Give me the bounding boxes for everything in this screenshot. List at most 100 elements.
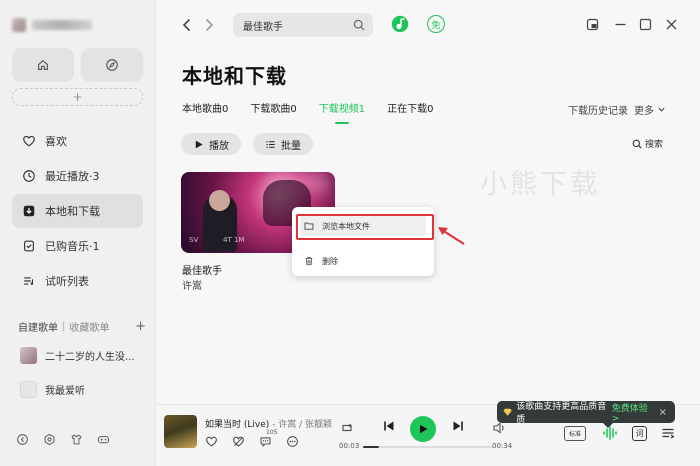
tab-downloaded-songs[interactable]: 下载歌曲0	[250, 100, 296, 123]
playlist-label: 二十二岁的人生没...	[45, 352, 135, 363]
forward-arrow-icon[interactable]	[202, 17, 216, 33]
playlist-item[interactable]: 二十二岁的人生没...	[20, 347, 135, 364]
lyrics-label: 词	[635, 429, 644, 438]
singer-head	[209, 190, 230, 211]
quality-label: 标准	[568, 431, 581, 438]
sidebar-item-label: 最近播放·3	[45, 170, 100, 183]
tab-local-songs[interactable]: 本地歌曲0	[182, 100, 228, 123]
trash-icon	[305, 257, 313, 266]
tab-collected-playlists[interactable]: 收藏歌单	[69, 319, 109, 334]
tab-downloaded-videos[interactable]: 下载视频1	[319, 100, 365, 124]
settings-icon[interactable]	[43, 433, 56, 446]
dislike-icon[interactable]	[232, 435, 245, 448]
video-overlay-text: 4T 1M	[223, 236, 245, 244]
quality-button[interactable]: 标准	[564, 426, 586, 441]
quality-tooltip: 该歌曲支持更高品质音质 免费体验 > ×	[497, 401, 675, 428]
sidebar-item-favorites[interactable]: 喜欢	[12, 124, 143, 158]
avatar[interactable]	[12, 18, 26, 32]
search-input[interactable]: 最佳歌手	[233, 13, 373, 37]
sidebar-item-label: 本地和下载	[45, 205, 100, 218]
batch-label: 批量	[281, 140, 301, 152]
username-blurred	[32, 20, 92, 30]
close-icon[interactable]	[665, 18, 678, 31]
search-value: 最佳歌手	[243, 21, 283, 33]
back-arrow-icon[interactable]	[180, 17, 194, 33]
sidebar-item-recent[interactable]: 最近播放·3	[12, 159, 143, 193]
playlist-tab-separator: |	[62, 321, 66, 332]
watermark-text: 小熊下载	[480, 169, 600, 200]
play-all-label: 播放	[209, 140, 229, 152]
menu-item-label: 删除	[322, 256, 338, 266]
free-mode-button[interactable]: 免	[427, 15, 445, 33]
add-shortcut-button[interactable]: +	[12, 88, 143, 106]
sidebar-nav: 喜欢 最近播放·3 本地和下载 已购音乐·1 试听列表	[12, 124, 143, 299]
music-note-icon[interactable]	[391, 15, 409, 33]
batch-button[interactable]: 批量	[253, 133, 313, 155]
song-artist: - 许嵩 / 张靓颖	[269, 420, 332, 430]
now-playing-cover[interactable]	[164, 415, 197, 448]
play-icon	[420, 424, 428, 434]
sidebar-item-purchased[interactable]: 已购音乐·1	[12, 229, 143, 263]
video-overlay-text: SV	[189, 236, 199, 244]
more-label: 更多	[634, 106, 654, 117]
previous-track-icon[interactable]	[382, 419, 396, 433]
back-circle-icon[interactable]	[16, 433, 29, 446]
progress-fill	[363, 446, 379, 448]
download-icon	[23, 205, 35, 217]
play-all-button[interactable]: 播放	[181, 133, 241, 155]
mini-mode-icon[interactable]	[586, 18, 599, 31]
play-button[interactable]	[410, 416, 436, 442]
sidebar-item-label: 已购音乐·1	[45, 240, 100, 253]
discover-button[interactable]	[81, 48, 143, 82]
free-trial-link[interactable]: 免费体验 >	[612, 401, 655, 424]
comment-icon[interactable]	[259, 435, 272, 448]
tab-downloading[interactable]: 正在下载0	[387, 100, 433, 123]
sidebar-footer	[16, 433, 110, 446]
maximize-icon[interactable]	[639, 18, 652, 31]
playlist-section-header: 自建歌单 | 收藏歌单 +	[18, 319, 146, 334]
delete-menu-item[interactable]: 删除	[300, 251, 426, 271]
play-icon	[195, 140, 203, 148]
progress-bar[interactable]	[363, 446, 493, 448]
sidebar-item-label: 喜欢	[45, 135, 67, 148]
chevron-down-icon	[658, 107, 665, 112]
purchase-icon	[24, 240, 34, 252]
sidebar-item-trial-list[interactable]: 试听列表	[12, 264, 143, 298]
playlist-queue-icon[interactable]	[661, 426, 675, 440]
sidebar-item-label: 试听列表	[45, 275, 89, 288]
search-icon[interactable]	[353, 19, 365, 31]
minimize-icon[interactable]	[614, 18, 627, 31]
clock-icon	[23, 170, 35, 182]
user-profile[interactable]	[12, 18, 92, 32]
skin-icon[interactable]	[70, 433, 83, 446]
video-artist[interactable]: 许嵩	[182, 277, 202, 292]
download-history-link[interactable]: 下载历史记录	[568, 102, 628, 117]
tooltip-close-button[interactable]: ×	[659, 407, 667, 418]
local-search-button[interactable]: 搜索	[632, 137, 663, 150]
more-menu-button[interactable]: 更多	[634, 102, 666, 117]
diamond-icon	[503, 408, 512, 416]
list-icon	[24, 277, 34, 286]
red-arrow-icon	[438, 227, 465, 245]
free-mode-label: 免	[431, 20, 441, 31]
add-playlist-button[interactable]: +	[135, 320, 146, 333]
top-bar: 最佳歌手 免	[156, 0, 700, 50]
song-title: 如果当时 (Live)	[205, 420, 270, 430]
repeat-icon[interactable]	[340, 421, 354, 435]
playlist-cover	[20, 381, 37, 398]
video-title[interactable]: 最佳歌手	[182, 262, 222, 277]
playlist-item[interactable]: 我最爱听	[20, 381, 85, 398]
heart-icon[interactable]	[205, 435, 218, 448]
volume-icon[interactable]	[492, 421, 506, 435]
next-track-icon[interactable]	[451, 419, 465, 433]
batch-list-icon	[266, 140, 275, 148]
game-controller-icon[interactable]	[97, 433, 110, 446]
lyrics-button[interactable]: 词	[632, 426, 647, 441]
playlist-label: 我最爱听	[45, 386, 85, 397]
home-button[interactable]	[12, 48, 74, 82]
tab-created-playlists[interactable]: 自建歌单	[18, 319, 58, 334]
content-tabs: 本地歌曲0 下载歌曲0 下载视频1 正在下载0	[182, 100, 434, 124]
more-options-icon[interactable]	[286, 435, 299, 448]
sidebar-item-local-download[interactable]: 本地和下载	[12, 194, 143, 228]
add-shortcut-label: +	[72, 90, 83, 104]
